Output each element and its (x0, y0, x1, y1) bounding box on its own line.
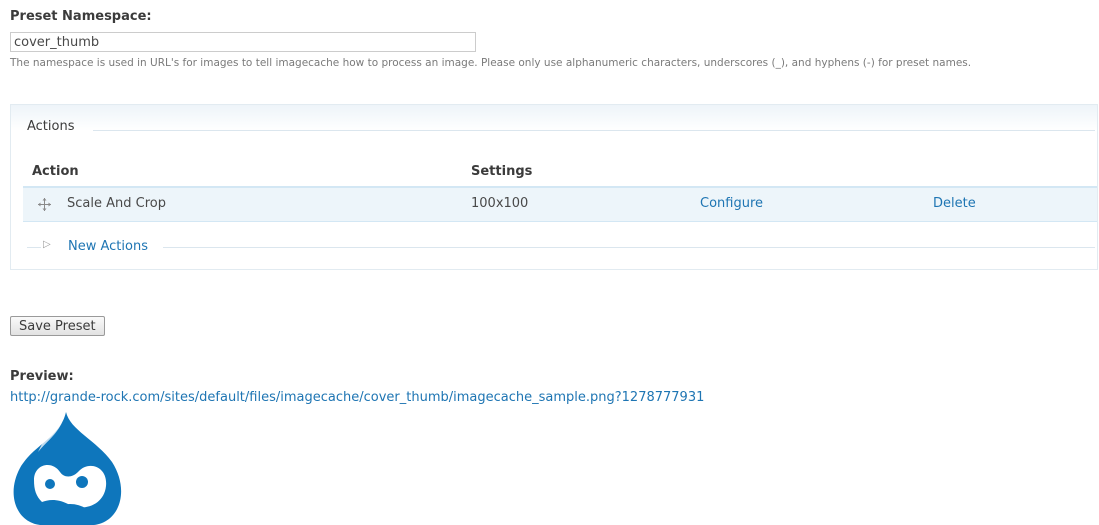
namespace-input[interactable] (10, 32, 476, 52)
preview-url-link[interactable]: http://grande-rock.com/sites/default/fil… (10, 390, 704, 405)
action-name: Scale And Crop (67, 196, 166, 211)
save-preset-button[interactable]: Save Preset (10, 316, 105, 336)
legend-divider (93, 130, 1095, 131)
new-actions-toggle[interactable]: New Actions (68, 239, 148, 254)
delete-link[interactable]: Delete (933, 196, 976, 211)
collapse-arrow-icon[interactable]: ▷ (43, 239, 51, 250)
column-header-action: Action (32, 164, 79, 179)
column-header-settings: Settings (471, 164, 533, 179)
actions-fieldset: Actions Action Settings Scale And Crop 1… (10, 104, 1098, 270)
table-row: Scale And Crop 100x100 Configure Delete (23, 188, 1097, 222)
drag-handle-icon[interactable] (37, 197, 52, 212)
configure-link[interactable]: Configure (700, 196, 763, 211)
actions-legend: Actions (27, 119, 75, 134)
new-actions-divider-left (27, 247, 41, 248)
action-settings: 100x100 (471, 196, 529, 211)
namespace-description: The namespace is used in URL's for image… (10, 57, 972, 69)
new-actions-divider-right (163, 247, 1095, 248)
drupal-drop-logo (13, 412, 122, 525)
preview-label: Preview: (10, 369, 74, 384)
namespace-label: Preset Namespace: (10, 9, 152, 24)
